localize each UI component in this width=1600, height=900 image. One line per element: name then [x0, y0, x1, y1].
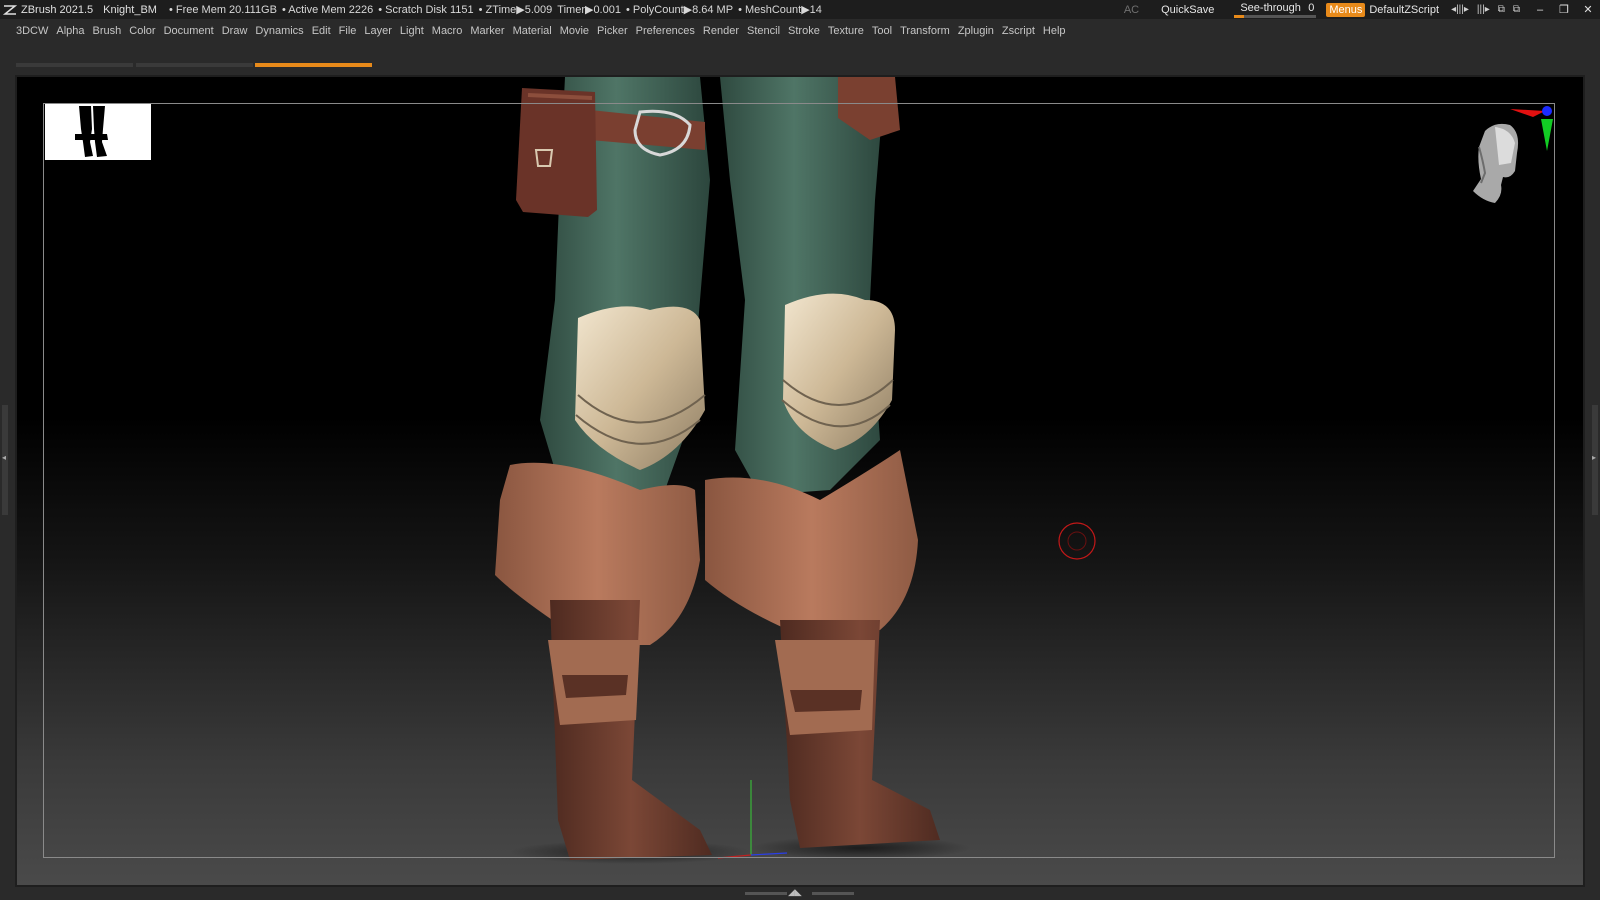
see-through-track[interactable]: [1234, 15, 1317, 18]
menu-transform[interactable]: Transform: [900, 25, 950, 37]
stat-free-mem: • Free Mem 20.111GB: [168, 3, 277, 16]
stat-active-mem: • Active Mem 2226: [281, 3, 374, 16]
shelf-tab-3[interactable]: [255, 63, 372, 67]
thumbnail-preview[interactable]: [45, 104, 151, 160]
menu-tool[interactable]: Tool: [872, 25, 892, 37]
menu-light[interactable]: Light: [400, 25, 424, 37]
see-through-label: See-through: [1240, 2, 1301, 14]
see-through-fill: [1234, 15, 1245, 18]
menu-preferences[interactable]: Preferences: [636, 25, 695, 37]
menu-brush[interactable]: Brush: [93, 25, 122, 37]
menu-stroke[interactable]: Stroke: [788, 25, 820, 37]
menu-draw[interactable]: Draw: [222, 25, 248, 37]
app-title: ZBrush 2021.5: [21, 3, 94, 16]
tray-right-icon[interactable]: |||▸: [1477, 4, 1490, 15]
see-through-value: 0: [1308, 2, 1315, 14]
right-tray-handle[interactable]: ▸: [1592, 405, 1598, 515]
brush-cursor-icon: [1058, 522, 1096, 560]
stat-scratch-disk: • Scratch Disk 1151: [378, 3, 474, 16]
menus-toggle-button[interactable]: Menus: [1326, 2, 1366, 17]
menu-stencil[interactable]: Stencil: [747, 25, 780, 37]
layout-icon[interactable]: ⧉: [1498, 4, 1505, 15]
navigation-head-gizmo-icon[interactable]: [1455, 103, 1555, 213]
menu-alpha[interactable]: Alpha: [56, 25, 84, 37]
silhouette-icon: [75, 106, 108, 157]
menu-edit[interactable]: Edit: [312, 25, 331, 37]
viewport-canvas[interactable]: [17, 77, 1583, 885]
default-zscript-button[interactable]: DefaultZScript: [1369, 4, 1439, 16]
shelf-tab-2[interactable]: [136, 63, 253, 67]
menu-material[interactable]: Material: [513, 25, 552, 37]
minimize-button[interactable]: –: [1528, 4, 1552, 16]
right-tray-arrow-icon: ▸: [1592, 453, 1597, 462]
stat-ztime: • ZTime▶5.009: [478, 4, 553, 16]
document-name: Knight_BM: [103, 3, 157, 16]
quicksave-button[interactable]: QuickSave: [1161, 4, 1214, 16]
see-through-slider[interactable]: See-through 0: [1234, 1, 1317, 18]
titlebar-right-group: AC QuickSave See-through 0 Menus Default…: [1124, 0, 1600, 19]
left-tray-arrow-icon: ◂: [2, 453, 7, 462]
close-button[interactable]: ✕: [1576, 3, 1600, 16]
ui-layout-icon[interactable]: ⧉: [1513, 4, 1520, 15]
bottom-tray-grip-right[interactable]: [812, 892, 854, 895]
tray-left-icon[interactable]: ◂|||▸: [1451, 4, 1469, 15]
title-bar: ZBrush 2021.5 Knight_BM • Free Mem 20.11…: [0, 0, 1600, 19]
menu-movie[interactable]: Movie: [560, 25, 589, 37]
stat-meshcount: • MeshCount▶14: [738, 4, 822, 16]
bottom-tray-toggle-icon[interactable]: ◢◣: [788, 887, 802, 898]
main-menu-bar: 3DCW Alpha Brush Color Document Draw Dynamics E…: [0, 19, 1600, 42]
menu-marker[interactable]: Marker: [470, 25, 504, 37]
ac-toggle[interactable]: AC: [1124, 4, 1139, 16]
bottom-tray: ◢◣: [0, 887, 1600, 900]
menu-3dcw[interactable]: 3DCW: [16, 25, 48, 37]
menu-layer[interactable]: Layer: [364, 25, 392, 37]
menu-help[interactable]: Help: [1043, 25, 1066, 37]
shelf-tab-1[interactable]: [16, 63, 133, 67]
bottom-tray-grip-left[interactable]: [745, 892, 787, 895]
menu-document[interactable]: Document: [164, 25, 214, 37]
menu-picker[interactable]: Picker: [597, 25, 628, 37]
restore-button[interactable]: ❐: [1552, 3, 1576, 16]
menu-render[interactable]: Render: [703, 25, 739, 37]
right-leg: [705, 77, 940, 848]
zbrush-logo-icon[interactable]: [3, 3, 17, 17]
knight-model-render[interactable]: [17, 77, 1583, 885]
menu-texture[interactable]: Texture: [828, 25, 864, 37]
menu-zplugin[interactable]: Zplugin: [958, 25, 994, 37]
menu-color[interactable]: Color: [129, 25, 155, 37]
menu-file[interactable]: File: [339, 25, 357, 37]
shelf: [0, 42, 1600, 72]
stat-polycount: • PolyCount▶8.64 MP: [625, 4, 734, 16]
menu-macro[interactable]: Macro: [432, 25, 463, 37]
menu-dynamics[interactable]: Dynamics: [255, 25, 303, 37]
menu-zscript[interactable]: Zscript: [1002, 25, 1035, 37]
left-tray-handle[interactable]: ◂: [2, 405, 8, 515]
stat-timer: Timer▶0.001: [557, 4, 621, 16]
